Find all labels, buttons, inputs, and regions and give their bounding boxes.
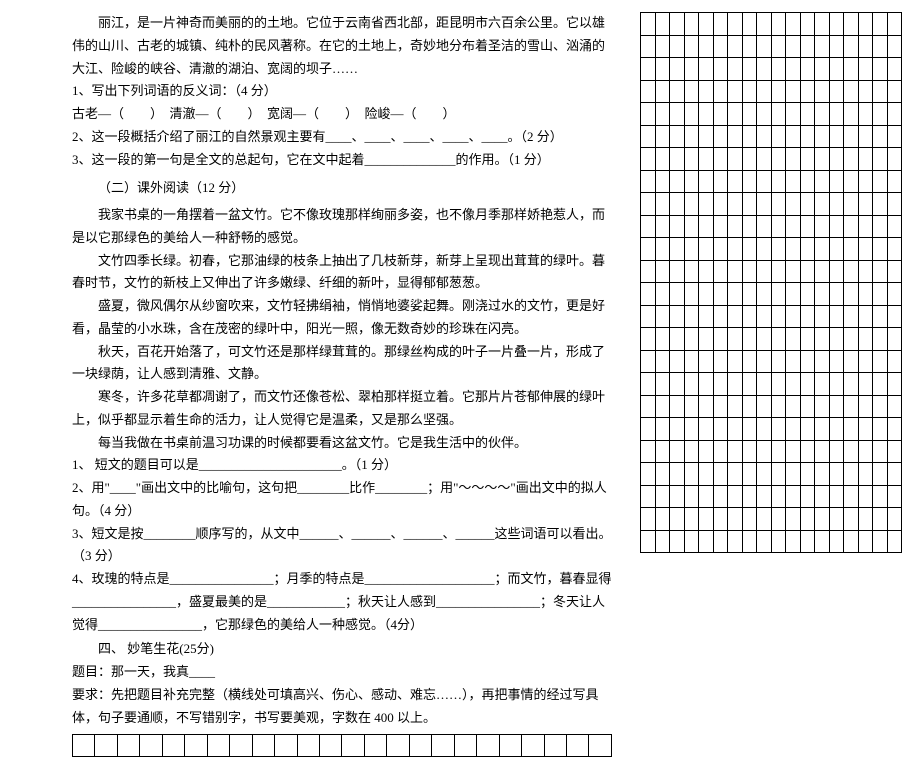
- section4-topic: 题目：那一天，我真____: [72, 661, 612, 684]
- p2-para3: 盛夏，微风偶尔从纱窗吹来，文竹轻拂绢袖，悄悄地婆娑起舞。刚浇过水的文竹，更是好看…: [72, 295, 612, 341]
- passage1-text: 丽江，是一片神奇而美丽的的土地。它位于云南省西北部，距昆明市六百余公里。它以雄伟…: [72, 12, 612, 80]
- section2-title: （二）课外阅读（12 分）: [72, 177, 612, 200]
- p2-para4: 秋天，百花开始落了，可文竹还是那样绿茸茸的。那绿丝构成的叶子一片叠一片，形成了一…: [72, 341, 612, 387]
- writing-grid-bottom: [72, 734, 612, 757]
- section4-title: 四、 妙笔生花(25分): [72, 638, 612, 661]
- p2-q4: 4、玫瑰的特点是________________；月季的特点是_________…: [72, 568, 612, 636]
- p1-q1: 1、写出下列词语的反义词：（4 分）: [72, 80, 612, 103]
- p2-q2: 2、用"____"画出文中的比喻句，这句把________比作________；…: [72, 477, 612, 523]
- p1-q3: 3、这一段的第一句是全文的总起句，它在文中起着______________的作用…: [72, 149, 612, 172]
- p2-para5: 寒冬，许多花草都凋谢了，而文竹还像苍松、翠柏那样挺立着。它那片片苍郁伸展的绿叶上…: [72, 386, 612, 432]
- p2-para2: 文竹四季长绿。初春，它那油绿的枝条上抽出了几枝新芽，新芽上呈现出茸茸的绿叶。暮春…: [72, 250, 612, 296]
- p1-q2: 2、这一段概括介绍了丽江的自然景观主要有____、____、____、____、…: [72, 126, 612, 149]
- p2-q3: 3、短文是按________顺序写的，从文中______、______、____…: [72, 523, 612, 569]
- writing-grid-right: [640, 12, 902, 553]
- p2-para6: 每当我做在书桌前温习功课的时候都要看这盆文竹。它是我生活中的伙伴。: [72, 432, 612, 455]
- p1-q1-options: 古老—（ ） 清澈—（ ） 宽阔—（ ） 险峻—（ ）: [72, 103, 612, 126]
- section4-req: 要求：先把题目补充完整（横线处可填高兴、伤心、感动、难忘……），再把事情的经过写…: [72, 684, 612, 730]
- p2-q1: 1、 短文的题目可以是______________________。（1 分）: [72, 454, 612, 477]
- p2-para1: 我家书桌的一角摆着一盆文竹。它不像玫瑰那样绚丽多姿，也不像月季那样娇艳惹人，而是…: [72, 204, 612, 250]
